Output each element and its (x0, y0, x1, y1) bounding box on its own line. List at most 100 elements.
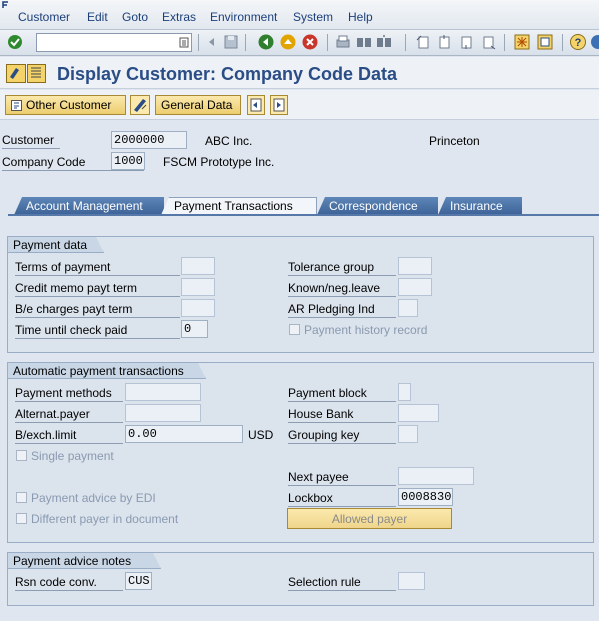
history-dropdown-icon[interactable] (179, 37, 189, 48)
alternat-payer-field[interactable] (125, 404, 201, 422)
first-page-icon[interactable] (414, 33, 432, 51)
enter-check-icon[interactable] (6, 33, 24, 51)
ar-pledging-ind-label: AR Pledging Ind (288, 302, 396, 318)
time-until-check-paid-field[interactable]: 0 (181, 320, 208, 338)
selection-rule-field[interactable] (398, 572, 425, 590)
rsn-code-conv-label: Rsn code conv. (15, 575, 123, 591)
customer-field[interactable]: 2000000 (111, 131, 187, 149)
next-page-icon[interactable] (457, 33, 475, 51)
tolerance-group-label: Tolerance group (288, 260, 396, 276)
payment-advice-edi-checkbox[interactable] (16, 492, 27, 503)
alternat-payer-label: Alternat.payer (15, 407, 123, 423)
save-icon (224, 35, 238, 49)
customer-label: Customer (2, 133, 60, 149)
single-payment-label: Single payment (31, 449, 114, 463)
payment-history-record-label: Payment history record (304, 323, 428, 337)
lockbox-label: Lockbox (288, 491, 396, 507)
page-title: Display Customer: Company Code Data (57, 64, 398, 84)
credit-memo-payt-term-field[interactable] (181, 278, 215, 296)
menu-customer[interactable]: Customer (18, 10, 70, 24)
rsn-code-conv-field[interactable]: CUS (125, 572, 152, 590)
customer-city: Princeton (429, 134, 480, 148)
tab-correspondence[interactable]: Correspondence (317, 197, 438, 215)
known-neg-leave-label: Known/neg.leave (288, 281, 396, 297)
payment-block-label: Payment block (288, 386, 396, 402)
payment-advice-edi-label: Payment advice by EDI (31, 491, 156, 505)
time-until-check-paid-label: Time until check paid (15, 323, 180, 339)
company-code-field[interactable]: 1000 (111, 152, 145, 170)
payment-data-title: Payment data (8, 237, 104, 253)
selection-rule-label: Selection rule (288, 575, 396, 591)
display-change-icon[interactable] (6, 64, 46, 83)
previous-page-icon[interactable] (435, 33, 453, 51)
edit-pencil-icon[interactable] (130, 95, 150, 115)
other-object-icon (11, 100, 22, 111)
bexch-currency: USD (248, 428, 274, 442)
menu-goto[interactable]: Goto (122, 10, 148, 24)
shortcut-icon[interactable] (536, 33, 554, 51)
next-screen-icon[interactable] (270, 95, 288, 115)
toolbar-separator (562, 34, 563, 51)
house-bank-label: House Bank (288, 407, 396, 423)
toolbar-separator (405, 34, 406, 51)
find-next-icon[interactable] (375, 33, 393, 51)
menu-environment[interactable]: Environment (210, 10, 277, 24)
exit-icon[interactable] (279, 33, 297, 51)
cancel-icon[interactable] (301, 33, 319, 51)
svg-text:?: ? (575, 37, 582, 49)
different-payer-label: Different payer in document (31, 512, 179, 526)
application-toolbar: Other Customer General Data (0, 90, 599, 120)
grouping-key-label: Grouping key (288, 428, 396, 444)
be-charges-payt-term-field[interactable] (181, 299, 215, 317)
payment-methods-field[interactable] (125, 383, 201, 401)
customize-layout-icon[interactable] (589, 33, 599, 51)
terms-of-payment-label: Terms of payment (15, 260, 180, 276)
back-arrow-small-icon (209, 38, 214, 46)
payment-advice-notes-title: Payment advice notes (8, 553, 161, 569)
automatic-payment-title: Automatic payment transactions (8, 363, 206, 379)
print-icon[interactable] (334, 33, 352, 51)
help-icon[interactable]: ? (569, 33, 587, 51)
customer-name: ABC Inc. (205, 134, 253, 148)
other-customer-label: Other Customer (26, 98, 112, 112)
allowed-payer-button[interactable]: Allowed payer (287, 508, 452, 529)
new-session-icon[interactable] (513, 33, 531, 51)
last-page-icon[interactable] (479, 33, 497, 51)
menu-system[interactable]: System (293, 10, 333, 24)
find-icon[interactable] (355, 33, 373, 51)
menu-extras[interactable]: Extras (162, 10, 196, 24)
command-field[interactable] (36, 33, 192, 52)
menu-edit[interactable]: Edit (87, 10, 108, 24)
title-bar: Display Customer: Company Code Data (0, 57, 599, 89)
bexch-limit-label: B/exch.limit (15, 428, 123, 444)
sap-logo-icon (2, 1, 8, 8)
toolbar-separator (504, 34, 505, 51)
terms-of-payment-field[interactable] (181, 257, 215, 275)
payment-block-field[interactable] (398, 383, 411, 401)
menu-help[interactable]: Help (348, 10, 373, 24)
ar-pledging-ind-field[interactable] (398, 299, 418, 317)
standard-toolbar: ? (0, 30, 599, 56)
tab-strip-line (8, 214, 599, 216)
company-code-name: FSCM Prototype Inc. (163, 155, 275, 169)
toolbar-separator (198, 34, 199, 51)
known-neg-leave-field[interactable] (398, 278, 432, 296)
other-customer-button[interactable]: Other Customer (5, 95, 126, 115)
previous-screen-icon[interactable] (247, 95, 265, 115)
tab-payment-transactions[interactable]: Payment Transactions (161, 197, 317, 215)
back-icon[interactable] (257, 33, 275, 51)
tolerance-group-field[interactable] (398, 257, 432, 275)
tab-account-management[interactable]: Account Management (14, 197, 164, 215)
next-payee-label: Next payee (288, 470, 396, 486)
single-payment-checkbox[interactable] (16, 450, 27, 461)
grouping-key-field[interactable] (398, 425, 418, 443)
house-bank-field[interactable] (398, 404, 439, 422)
different-payer-checkbox[interactable] (16, 513, 27, 524)
payment-history-record-checkbox[interactable] (289, 324, 300, 335)
lockbox-field[interactable]: 0008830 (398, 488, 453, 506)
general-data-button[interactable]: General Data (155, 95, 241, 115)
next-payee-field[interactable] (398, 467, 474, 485)
tab-insurance[interactable]: Insurance (438, 197, 522, 215)
be-charges-payt-term-label: B/e charges payt term (15, 302, 180, 318)
bexch-limit-field[interactable]: 0.00 (125, 425, 243, 443)
